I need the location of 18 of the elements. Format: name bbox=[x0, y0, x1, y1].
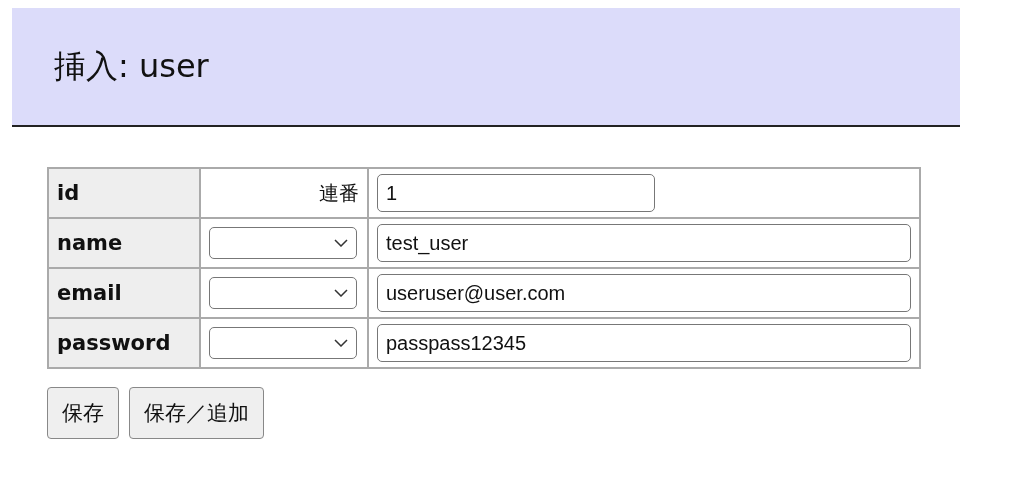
field-label: name bbox=[48, 218, 200, 268]
chevron-down-icon bbox=[334, 289, 348, 297]
dropdown[interactable] bbox=[209, 277, 357, 309]
chevron-down-icon bbox=[334, 339, 348, 347]
input-field[interactable]: useruser@user.com bbox=[377, 274, 911, 312]
page-title: 挿入: user bbox=[54, 45, 209, 87]
chevron-down-icon bbox=[334, 239, 348, 247]
dropdown[interactable] bbox=[209, 327, 357, 359]
serial-label: 連番 bbox=[319, 180, 359, 205]
form-button[interactable]: 保存 bbox=[47, 387, 119, 439]
field-label: email bbox=[48, 268, 200, 318]
field-label: id bbox=[48, 168, 200, 218]
input-field[interactable]: passpass12345 bbox=[377, 324, 911, 362]
field-label: password bbox=[48, 318, 200, 368]
input-field[interactable]: test_user bbox=[377, 224, 911, 262]
dropdown[interactable] bbox=[209, 227, 357, 259]
input-field[interactable]: 1 bbox=[377, 174, 655, 212]
form-button[interactable]: 保存／追加 bbox=[129, 387, 264, 439]
